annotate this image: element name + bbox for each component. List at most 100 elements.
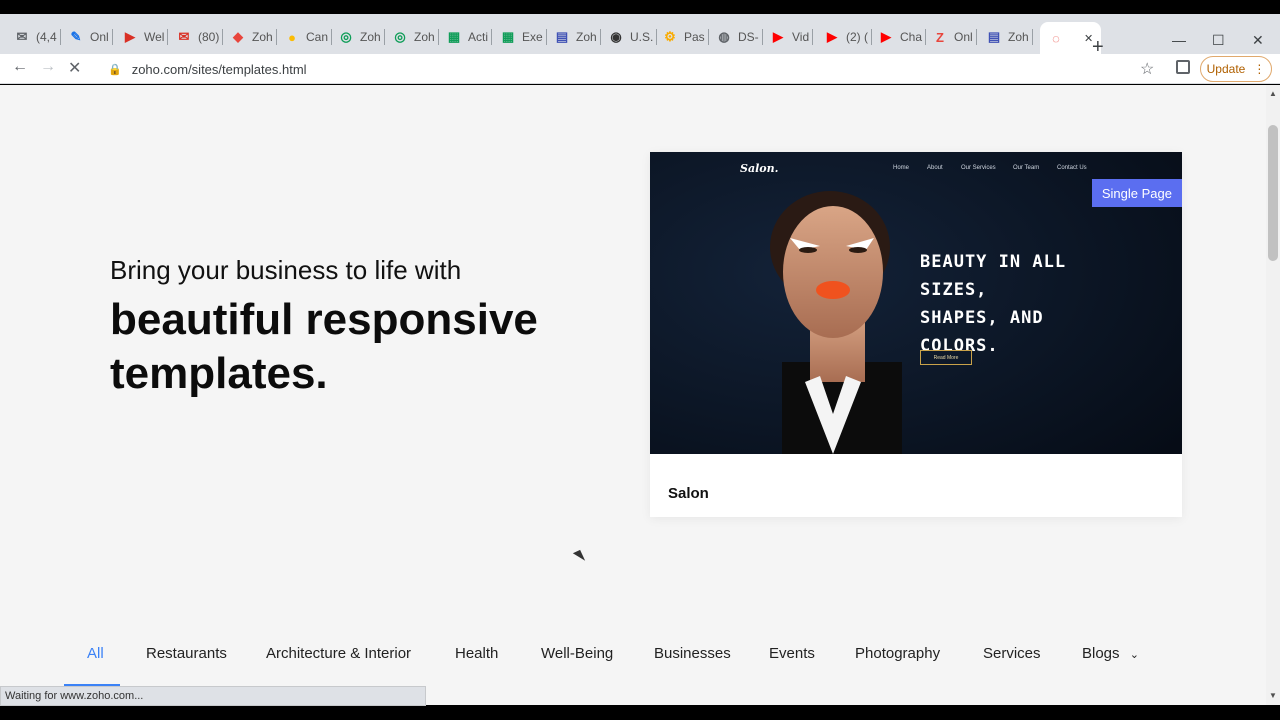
browser-tab[interactable]: ▶ Vid — [770, 24, 814, 50]
update-button[interactable]: Update ⋮ — [1200, 56, 1272, 82]
tab-separator — [167, 29, 169, 45]
browser-tab[interactable]: ▤ Zoh — [554, 24, 601, 50]
tab-separator — [812, 29, 814, 45]
tab-title: (80) — [198, 30, 220, 44]
globe-icon: ◍ — [718, 29, 730, 44]
extension-icon[interactable] — [1176, 60, 1190, 74]
slides-icon: ▶ — [125, 29, 135, 44]
tab-separator — [975, 29, 977, 45]
tab-title: DS- — [738, 30, 759, 44]
category-events[interactable]: Events — [769, 645, 815, 662]
tab-separator — [275, 29, 277, 45]
minimize-icon[interactable]: — — [1172, 32, 1186, 48]
zoho-z-icon: Z — [936, 29, 944, 45]
tab-title: (4,4 — [36, 30, 57, 44]
salon-nav-item: Contact Us — [1057, 165, 1087, 171]
youtube-icon: ▶ — [881, 29, 891, 44]
salon-headline: BEAUTY IN ALL SIZES, SHAPES, AND COLORS. — [920, 252, 1067, 356]
template-card[interactable]: Salon. Home About Our Services Our Team … — [650, 152, 1182, 517]
scroll-down-icon[interactable]: ▼ — [1269, 691, 1277, 700]
address-bar[interactable]: 🔒 zoho.com/sites/templates.html — [100, 56, 1164, 82]
tab-title: U.S. — [630, 30, 654, 44]
single-page-badge: Single Page — [1091, 179, 1182, 207]
category-restaurants[interactable]: Restaurants — [146, 645, 227, 662]
tab-title: Onl — [90, 30, 109, 44]
browser-tab[interactable]: ✉ (4,4 — [14, 24, 61, 50]
youtube-icon: ▶ — [827, 29, 837, 44]
tab-title: Vid — [792, 30, 810, 44]
tab-separator — [111, 29, 113, 45]
browser-tab[interactable]: ◉ U.S. — [608, 24, 658, 50]
bookmark-star-icon[interactable]: ☆ — [1140, 59, 1154, 79]
tab-title: Zoh — [360, 30, 381, 44]
loading-icon: ◌ — [1052, 30, 1060, 46]
browser-tab[interactable]: ▶ Cha — [878, 24, 927, 50]
tab-title: Zoh — [414, 30, 435, 44]
forward-icon[interactable]: → — [40, 58, 56, 76]
browser-toolbar: ← → ✕ 🔒 zoho.com/sites/templates.html ☆ … — [0, 54, 1280, 84]
browser-tab[interactable]: ▶ Wel — [122, 24, 169, 50]
more-menu-icon: ⋮ — [1253, 62, 1266, 76]
tab-title: (2) ( — [846, 30, 868, 44]
category-blogs[interactable]: Blogs ⌄ — [1082, 645, 1139, 662]
browser-tab[interactable]: ▦ Exe — [500, 24, 547, 50]
tab-title: Pas — [684, 30, 705, 44]
salon-read-more: Read More — [920, 350, 972, 365]
tab-separator — [59, 29, 61, 45]
tab-separator — [1031, 29, 1033, 45]
back-icon[interactable]: ← — [12, 58, 28, 76]
tab-title: Cha — [900, 30, 923, 44]
browser-tab[interactable]: ▦ Acti — [446, 24, 493, 50]
category-architecture-interior[interactable]: Architecture & Interior — [266, 645, 411, 662]
close-window-icon[interactable]: ✕ — [1252, 32, 1264, 49]
category-photography[interactable]: Photography — [855, 645, 940, 662]
youtube-icon: ▶ — [773, 29, 783, 44]
mouse-cursor-icon — [572, 549, 586, 565]
zoho-circle-icon: ◎ — [340, 29, 352, 44]
tab-title: Acti — [468, 30, 489, 44]
seal-icon: ◉ — [610, 29, 622, 44]
browser-tab[interactable]: ◆ Zoh — [230, 24, 277, 50]
category-businesses[interactable]: Businesses — [654, 645, 731, 662]
tab-separator — [383, 29, 385, 45]
browser-tab[interactable]: ● Can — [284, 24, 333, 50]
stop-loading-icon[interactable]: ✕ — [68, 58, 81, 78]
chevron-down-icon: ⌄ — [1129, 649, 1139, 661]
window-top-edge — [0, 0, 1280, 14]
tab-title: Zoh — [252, 30, 273, 44]
browser-tab[interactable]: ✎ Onl — [68, 24, 113, 50]
browser-tab[interactable]: ✉ (80) — [176, 24, 224, 50]
zoho-cube-icon: ◆ — [233, 29, 243, 44]
tab-separator — [761, 29, 763, 45]
scrollbar-thumb[interactable] — [1268, 125, 1278, 261]
maximize-icon[interactable]: ☐ — [1212, 32, 1225, 49]
scroll-up-icon[interactable]: ▲ — [1269, 89, 1277, 98]
mail-icon: ✉ — [16, 29, 28, 44]
category-all[interactable]: All — [87, 645, 104, 662]
browser-tab[interactable]: ◎ Zoh — [338, 24, 385, 50]
browser-tab[interactable]: Z Onl — [932, 24, 977, 50]
tab-title: Exe — [522, 30, 543, 44]
hero-title: beautiful responsive templates. — [110, 295, 538, 398]
category-health[interactable]: Health — [455, 645, 498, 662]
browser-tab[interactable]: ▤ Zoh — [986, 24, 1033, 50]
tab-separator — [437, 29, 439, 45]
zoho-sites-icon: ▤ — [987, 29, 1001, 44]
browser-tab[interactable]: ⚙ Pas — [662, 24, 709, 50]
page-content: Bring your business to life with beautif… — [0, 85, 1266, 705]
megaphone-icon: ✉ — [178, 29, 190, 44]
tab-separator — [331, 29, 333, 45]
salon-nav-item: Our Team — [1013, 165, 1040, 171]
hero-intro: Bring your business to life with — [110, 255, 462, 285]
category-services[interactable]: Services — [983, 645, 1041, 662]
browser-tab[interactable]: ◍ DS- — [716, 24, 763, 50]
vertical-scrollbar[interactable]: ▲ ▼ — [1266, 85, 1280, 705]
browser-tab[interactable]: ▶ (2) ( — [824, 24, 872, 50]
lock-icon[interactable]: 🔒 — [108, 63, 122, 76]
browser-tab[interactable]: ◎ Zoh — [392, 24, 439, 50]
template-name[interactable]: Salon — [668, 485, 709, 502]
tab-separator — [707, 29, 709, 45]
tab-title: Wel — [144, 30, 165, 44]
category-well-being[interactable]: Well-Being — [541, 645, 613, 662]
category-filter: All Restaurants Architecture & Interior … — [0, 645, 1266, 669]
